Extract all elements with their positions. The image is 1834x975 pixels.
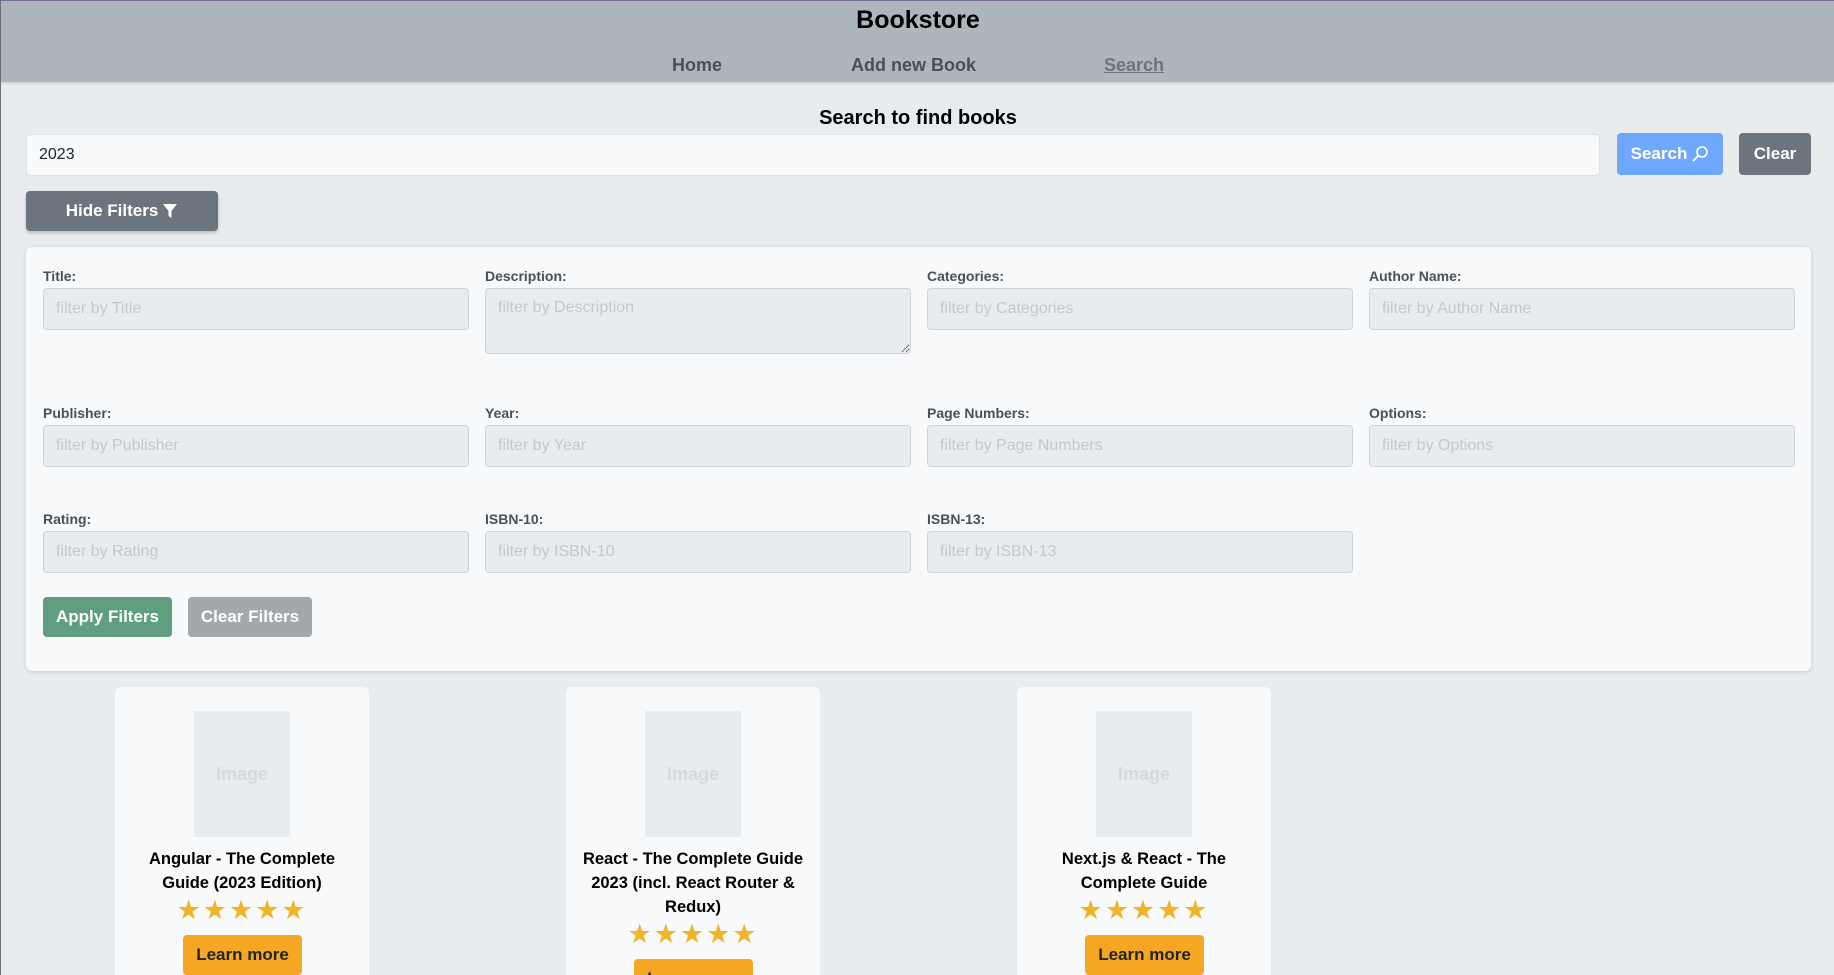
- categories-filter-label: Categories:: [927, 268, 1005, 284]
- search-input[interactable]: [26, 134, 1600, 176]
- search-heading: Search to find books: [819, 107, 1017, 129]
- book-title: Next.js & React - The Complete Guide: [1061, 850, 1227, 892]
- star-rating: ★★★★★: [627, 919, 759, 949]
- page-numbers-filter-input[interactable]: [927, 425, 1353, 467]
- nav-add-book[interactable]: Add new Book: [851, 55, 976, 76]
- apply-filters-button[interactable]: Apply Filters: [43, 597, 172, 637]
- description-filter-textarea[interactable]: [485, 288, 911, 354]
- clear-filters-button[interactable]: Clear Filters: [188, 597, 312, 637]
- learn-more-button[interactable]: Learn more: [1085, 935, 1204, 975]
- hide-filters-button[interactable]: Hide Filters: [26, 191, 218, 231]
- brand-title[interactable]: Bookstore: [1, 6, 1834, 35]
- book-card: Image React - The Complete Guide 2023 (i…: [566, 687, 820, 975]
- book-card: Image Next.js & React - The Complete Gui…: [1017, 687, 1271, 975]
- page-numbers-filter-label: Page Numbers:: [927, 405, 1030, 421]
- categories-filter-input[interactable]: [927, 288, 1353, 330]
- options-filter-input[interactable]: [1369, 425, 1795, 467]
- options-filter-label: Options:: [1369, 405, 1427, 421]
- title-filter-label: Title:: [43, 268, 77, 284]
- book-cover-image: Image: [194, 711, 290, 837]
- year-filter-label: Year:: [485, 405, 520, 421]
- description-filter-label: Description:: [485, 268, 567, 284]
- book-title: React - The Complete Guide 2023 (incl. R…: [582, 850, 804, 916]
- search-button-label: Search: [1630, 144, 1688, 163]
- star-rating: ★★★★★: [1078, 895, 1210, 925]
- rating-filter-label: Rating:: [43, 511, 92, 527]
- isbn13-filter-input[interactable]: [927, 531, 1353, 573]
- publisher-filter-input[interactable]: [43, 425, 469, 467]
- clear-search-button[interactable]: Clear: [1739, 133, 1811, 175]
- filter-icon: [163, 204, 178, 218]
- learn-more-button[interactable]: Learn more: [634, 959, 753, 975]
- author-filter-label: Author Name:: [1369, 268, 1462, 284]
- author-filter-input[interactable]: [1369, 288, 1795, 330]
- rating-filter-input[interactable]: [43, 531, 469, 573]
- book-card: Image Angular - The Complete Guide (2023…: [115, 687, 369, 975]
- search-button[interactable]: Search: [1617, 133, 1723, 175]
- nav-search[interactable]: Search: [1104, 55, 1164, 76]
- book-cover-image: Image: [645, 711, 741, 837]
- search-icon: [1692, 146, 1709, 162]
- isbn10-filter-input[interactable]: [485, 531, 911, 573]
- publisher-filter-label: Publisher:: [43, 405, 112, 421]
- title-filter-input[interactable]: [43, 288, 469, 330]
- navbar: Bookstore Home Add new Book Search: [1, 0, 1834, 82]
- book-cover-image: Image: [1096, 711, 1192, 837]
- filter-panel: Title: Description: Categories: Author N…: [26, 247, 1811, 671]
- hide-filters-label: Hide Filters: [65, 201, 159, 220]
- nav-home[interactable]: Home: [672, 55, 722, 76]
- book-title: Angular - The Complete Guide (2023 Editi…: [148, 850, 336, 892]
- isbn10-filter-label: ISBN-10:: [485, 511, 544, 527]
- isbn13-filter-label: ISBN-13:: [927, 511, 986, 527]
- learn-more-button[interactable]: Learn more: [183, 935, 302, 975]
- star-rating: ★★★★★: [176, 895, 308, 925]
- year-filter-input[interactable]: [485, 425, 911, 467]
